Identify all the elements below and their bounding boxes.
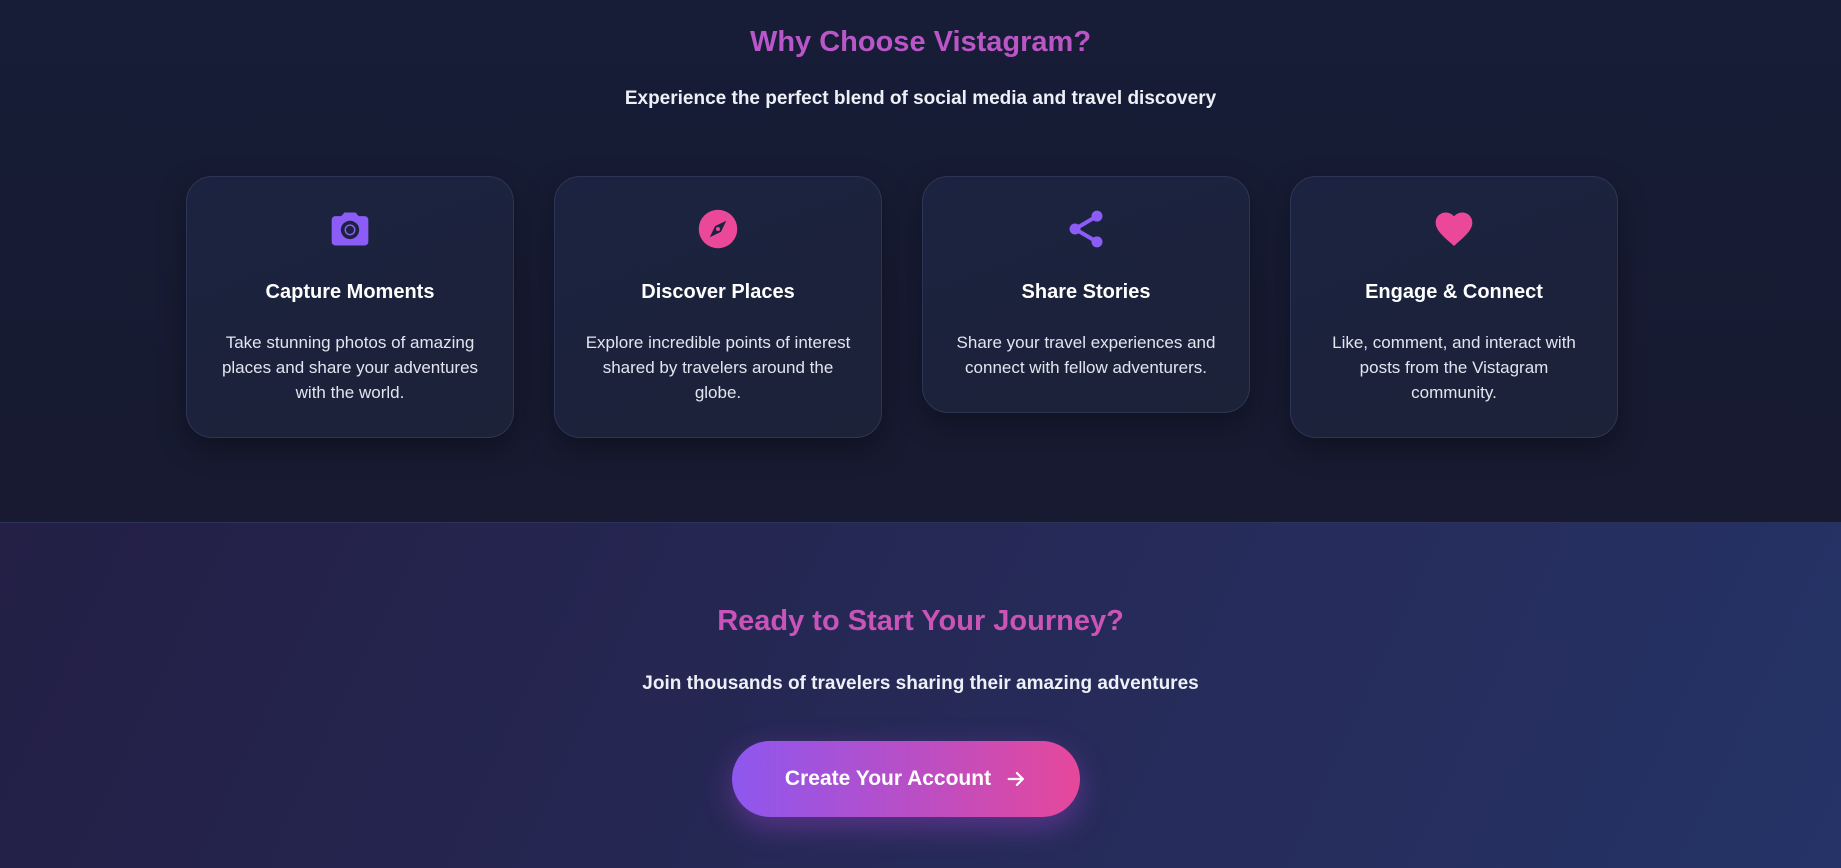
feature-card-engage: Engage & Connect Like, comment, and inte… (1290, 176, 1618, 438)
arrow-right-icon (1007, 771, 1025, 787)
feature-card-description: Share your travel experiences and connec… (956, 333, 1216, 377)
feature-cards: Capture Moments Take stunning photos of … (186, 176, 1618, 438)
feature-card-title: Share Stories (1021, 281, 1151, 303)
feature-card-title: Discover Places (641, 281, 795, 303)
features-title: Why Choose Vistagram? (0, 26, 1841, 59)
compass-icon (698, 209, 738, 249)
heart-icon (1435, 212, 1473, 247)
features-section: Why Choose Vistagram? Experience the per… (0, 0, 1841, 523)
cta-title: Ready to Start Your Journey? (0, 605, 1841, 638)
feature-card-title: Capture Moments (265, 281, 435, 303)
feature-card-capture: Capture Moments Take stunning photos of … (186, 176, 514, 438)
feature-card-description: Take stunning photos of amazing places a… (221, 333, 479, 402)
create-account-button[interactable]: Create Your Account (732, 741, 1080, 817)
cta-subtitle: Join thousands of travelers sharing thei… (642, 673, 1199, 694)
feature-card-title: Engage & Connect (1365, 281, 1543, 303)
feature-card-discover: Discover Places Explore incredible point… (554, 176, 882, 438)
feature-card-description: Like, comment, and interact with posts f… (1332, 333, 1576, 402)
feature-card-share: Share Stories Share your travel experien… (922, 176, 1250, 413)
cta-section: Ready to Start Your Journey? Join thousa… (0, 523, 1841, 868)
create-account-label: Create Your Account (784, 767, 992, 790)
share-icon (1069, 210, 1103, 248)
feature-card-description: Explore incredible points of interest sh… (585, 333, 851, 402)
features-subtitle: Experience the perfect blend of social m… (624, 88, 1217, 109)
camera-icon (331, 212, 369, 246)
